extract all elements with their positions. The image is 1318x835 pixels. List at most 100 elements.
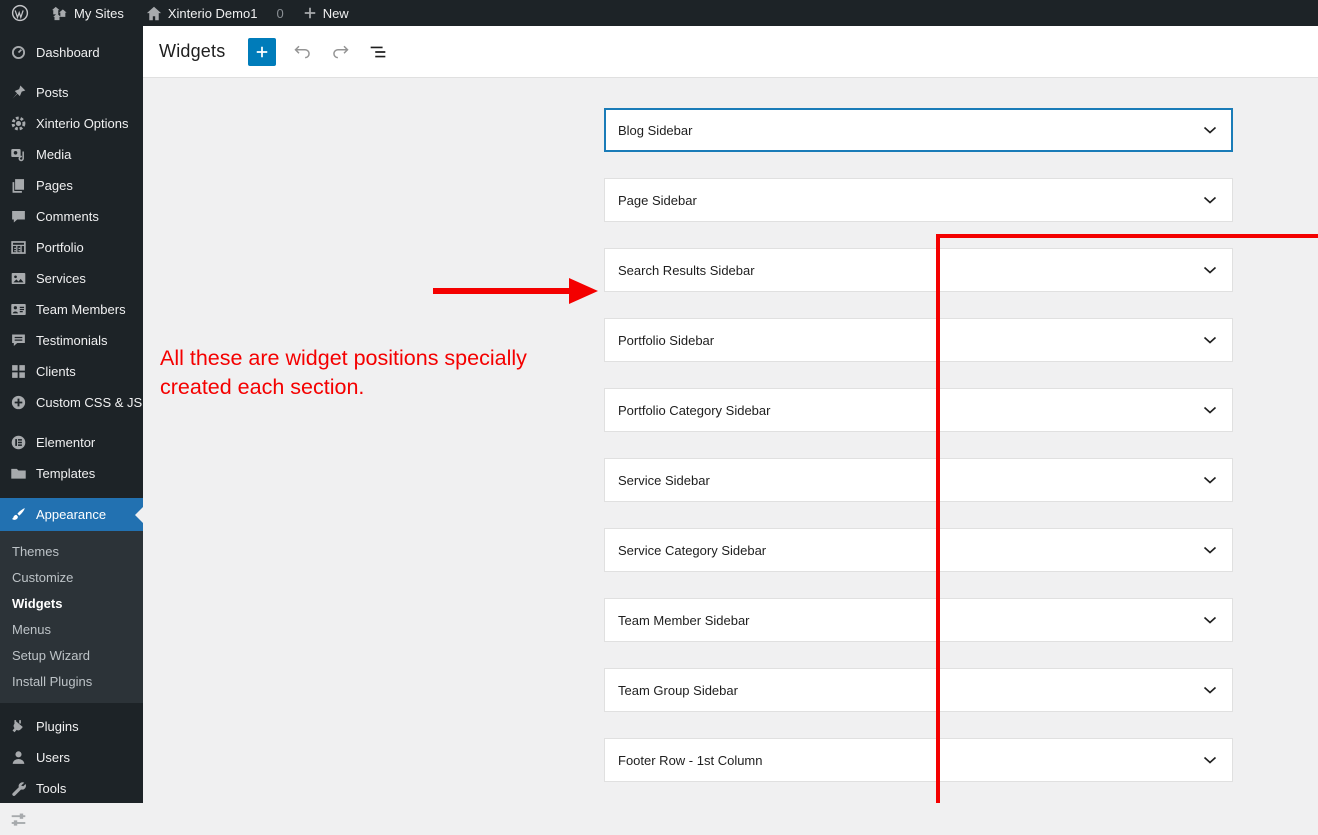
user-icon (9, 749, 27, 767)
sidebar-item-label: Portfolio (36, 240, 84, 255)
widgets-editor-header: Widgets (143, 26, 1318, 78)
menu-separator (0, 418, 143, 427)
sidebar-item-portfolio[interactable]: Portfolio (0, 232, 143, 263)
my-sites-menu[interactable]: My Sites (40, 0, 135, 26)
widget-area-team-member-sidebar[interactable]: Team Member Sidebar (604, 598, 1233, 642)
plug-icon (9, 718, 27, 736)
sidebar-item-appearance[interactable]: Appearance (0, 498, 143, 531)
sidebar-item-services[interactable]: Services (0, 263, 143, 294)
chevron-down-icon (1203, 196, 1217, 204)
wrench-icon (9, 780, 27, 798)
sidebar-item-pages[interactable]: Pages (0, 170, 143, 201)
sidebar-item-users[interactable]: Users (0, 742, 143, 773)
sidebar-item-label: Templates (36, 466, 96, 481)
widget-area-portfolio-category-sidebar[interactable]: Portfolio Category Sidebar (604, 388, 1233, 432)
annotation-rectangle-top-edge (936, 234, 1318, 238)
pin-icon (9, 84, 27, 102)
widget-area-page-sidebar[interactable]: Page Sidebar (604, 178, 1233, 222)
sidebar-item-label: Xinterio Options (36, 116, 129, 131)
submenu-item-widgets[interactable]: Widgets (0, 590, 143, 616)
media-icon (9, 146, 27, 164)
admin-sidebar: Dashboard Posts Xinterio Options Media P… (0, 26, 143, 827)
widget-area-search-results-sidebar[interactable]: Search Results Sidebar (604, 248, 1233, 292)
submenu-item-themes[interactable]: Themes (0, 538, 143, 564)
new-content-menu[interactable]: New (292, 0, 360, 26)
sidebar-item-posts[interactable]: Posts (0, 77, 143, 108)
sidebar-item-comments[interactable]: Comments (0, 201, 143, 232)
brush-icon (9, 506, 27, 524)
widgets-canvas: Blog Sidebar Page Sidebar Search Results… (143, 78, 1318, 803)
my-sites-label: My Sites (74, 5, 124, 21)
comment-icon (9, 208, 27, 226)
sidebar-item-label: Clients (36, 364, 76, 379)
widget-area-list: Blog Sidebar Page Sidebar Search Results… (604, 108, 1233, 782)
elementor-icon (9, 434, 27, 452)
sidebar-item-tools[interactable]: Tools (0, 773, 143, 804)
page-title: Widgets (159, 41, 226, 61)
undo-icon (294, 45, 310, 59)
sidebar-item-label: Dashboard (36, 45, 100, 60)
site-name-menu[interactable]: Xinterio Demo1 (135, 0, 269, 26)
widget-area-service-category-sidebar[interactable]: Service Category Sidebar (604, 528, 1233, 572)
sidebar-item-dashboard[interactable]: Dashboard (0, 37, 143, 68)
submenu-item-customize[interactable]: Customize (0, 564, 143, 590)
submenu-item-setup-wizard[interactable]: Setup Wizard (0, 642, 143, 668)
sidebar-item-media[interactable]: Media (0, 139, 143, 170)
chevron-down-icon (1203, 406, 1217, 414)
sidebar-item-label: Services (36, 271, 86, 286)
widget-area-label: Portfolio Category Sidebar (618, 402, 771, 418)
sidebar-item-plugins[interactable]: Plugins (0, 711, 143, 742)
pages-icon (9, 177, 27, 195)
sidebar-item-elementor[interactable]: Elementor (0, 427, 143, 458)
widget-area-label: Search Results Sidebar (618, 262, 755, 278)
sidebar-item-label: Pages (36, 178, 73, 193)
list-view-icon (371, 46, 386, 57)
undo-button[interactable] (290, 40, 314, 64)
widget-area-label: Service Sidebar (618, 472, 710, 488)
widget-area-team-group-sidebar[interactable]: Team Group Sidebar (604, 668, 1233, 712)
list-view-button[interactable] (366, 40, 390, 64)
sidebar-item-testimonials[interactable]: Testimonials (0, 325, 143, 356)
widget-area-blog-sidebar[interactable]: Blog Sidebar (604, 108, 1233, 152)
site-name-label: Xinterio Demo1 (167, 5, 258, 21)
annotation-rectangle-left-edge (936, 234, 940, 803)
sidebar-item-custom-css-js[interactable]: Custom CSS & JS (0, 387, 143, 418)
annotation-text: All these are widget positions specially… (160, 346, 527, 399)
plus-circle-icon (9, 394, 27, 412)
wordpress-logo-icon (11, 4, 29, 22)
new-label: New (322, 5, 349, 21)
chevron-down-icon (1203, 546, 1217, 554)
menu-separator (0, 489, 143, 498)
plus-icon (304, 7, 315, 19)
menu-separator (0, 68, 143, 77)
annotation-arrow-icon (433, 278, 598, 304)
redo-button[interactable] (328, 40, 352, 64)
sidebar-item-label: Tools (36, 781, 67, 796)
sidebar-item-label: Appearance (36, 507, 107, 522)
chevron-down-icon (1203, 126, 1217, 134)
widget-area-portfolio-sidebar[interactable]: Portfolio Sidebar (604, 318, 1233, 362)
widget-area-label: Page Sidebar (618, 192, 697, 208)
sidebar-item-label: Plugins (36, 719, 79, 734)
sidebar-item-templates[interactable]: Templates (0, 458, 143, 489)
wordpress-logo-menu[interactable] (0, 0, 40, 26)
sidebar-item-label: Team Members (36, 302, 126, 317)
admin-bar: My Sites Xinterio Demo1 0 New (0, 0, 1318, 26)
block-inserter-button[interactable] (248, 37, 277, 66)
comment-count-badge[interactable]: 0 (268, 6, 291, 21)
sidebar-item-clients[interactable]: Clients (0, 356, 143, 387)
id-card-icon (9, 301, 27, 319)
plus-icon (257, 46, 268, 57)
appearance-submenu: Themes Customize Widgets Menus Setup Wiz… (0, 531, 143, 703)
widget-area-service-sidebar[interactable]: Service Sidebar (604, 458, 1233, 502)
sidebar-item-team-members[interactable]: Team Members (0, 294, 143, 325)
widget-area-footer-row-1st-column[interactable]: Footer Row - 1st Column (604, 738, 1233, 782)
submenu-item-install-plugins[interactable]: Install Plugins (0, 668, 143, 694)
sidebar-item-settings[interactable]: Settings (0, 804, 143, 835)
sidebar-item-xinterio-options[interactable]: Xinterio Options (0, 108, 143, 139)
submenu-item-menus[interactable]: Menus (0, 616, 143, 642)
folder-icon (9, 465, 27, 483)
services-icon (9, 270, 27, 288)
menu-separator (0, 703, 143, 711)
sidebar-item-label: Elementor (36, 435, 96, 450)
